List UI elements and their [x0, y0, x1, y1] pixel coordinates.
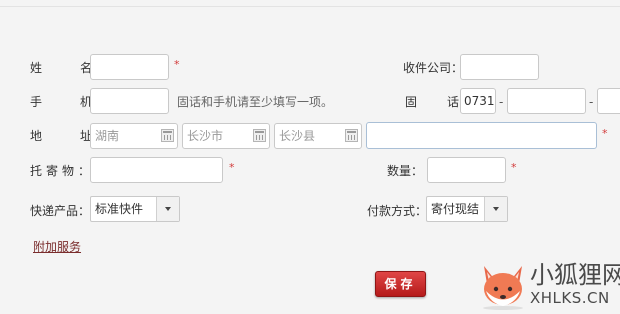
street-address-input[interactable] [366, 122, 597, 149]
area-code-input[interactable]: 0731 [460, 88, 496, 114]
chevron-down-icon[interactable] [156, 197, 179, 221]
quantity-required-mark: * [511, 161, 517, 174]
county-value: 长沙县 [279, 129, 316, 143]
province-picker-icon[interactable] [161, 129, 174, 142]
payment-method-select[interactable]: 寄付现结 [426, 196, 508, 222]
watermark-title: 小狐狸网 [530, 261, 620, 289]
phone-extension-input[interactable] [597, 88, 620, 114]
save-button[interactable]: 保存 [375, 271, 426, 297]
chevron-down-icon[interactable] [484, 197, 507, 221]
watermark-domain: XHLKS.CN [530, 289, 610, 307]
express-product-select[interactable]: 标准快件 [90, 196, 180, 222]
goods-label: 托寄物： [30, 164, 95, 178]
payment-method-value: 寄付现结 [431, 202, 480, 216]
payment-method-label: 付款方式： [367, 204, 428, 218]
name-input[interactable] [90, 54, 169, 80]
company-input[interactable] [460, 54, 539, 80]
company-label: 收件公司： [403, 61, 464, 75]
phone-dash-2: - [589, 95, 594, 109]
quantity-input[interactable] [427, 157, 506, 183]
province-value: 湖南 [95, 129, 120, 143]
fox-logo-icon [483, 266, 523, 310]
mobile-hint: 固话和手机请至少填写一项。 [177, 95, 334, 109]
address-required-mark: * [602, 127, 608, 140]
city-picker-icon[interactable] [253, 129, 266, 142]
top-divider [0, 6, 620, 7]
phone-dash-1: - [499, 95, 504, 109]
county-picker-icon[interactable] [345, 129, 358, 142]
express-product-value: 标准快件 [95, 202, 144, 216]
extra-service-link[interactable]: 附加服务 [33, 240, 81, 254]
express-product-label: 快递产品： [30, 204, 91, 218]
quantity-label: 数量： [387, 164, 424, 178]
mobile-input[interactable] [90, 88, 169, 114]
phone-number-input[interactable] [507, 88, 586, 114]
name-required-mark: * [174, 58, 180, 71]
goods-required-mark: * [229, 161, 235, 174]
city-value: 长沙市 [187, 129, 224, 143]
goods-input[interactable] [90, 157, 223, 183]
